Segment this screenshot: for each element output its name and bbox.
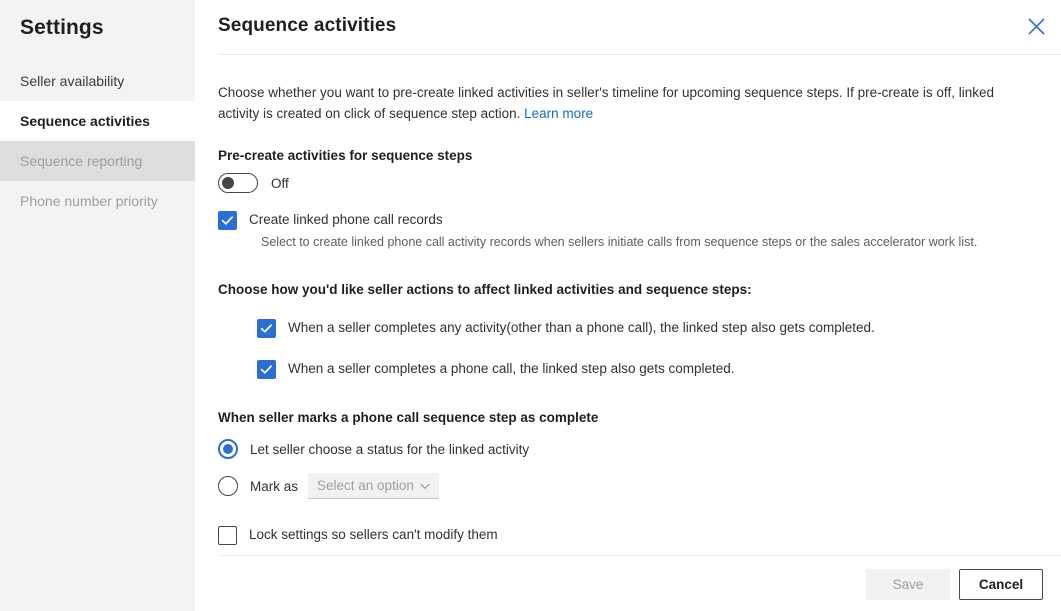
radio-label: Mark as <box>250 479 298 494</box>
seller-action-option-row: When a seller completes any activity(oth… <box>257 318 1038 338</box>
sidebar-item-phone-number-priority[interactable]: Phone number priority <box>0 181 195 221</box>
lock-settings-label: Lock settings so sellers can't modify th… <box>249 525 498 544</box>
lock-settings-row: Lock settings so sellers can't modify th… <box>218 525 1038 545</box>
radio-label: Let seller choose a status for the linke… <box>250 442 529 457</box>
chevron-down-icon <box>419 480 431 492</box>
seller-action-option-row: When a seller completes a phone call, th… <box>257 359 1038 379</box>
mark-as-dropdown-value: Select an option <box>317 478 414 493</box>
footer-divider <box>218 555 1061 556</box>
panel-content: Choose whether you want to pre-create li… <box>195 82 1061 545</box>
panel-footer: Save Cancel <box>195 555 1061 611</box>
page-title: Sequence activities <box>218 15 396 37</box>
precreate-toggle-row: Off <box>218 173 1038 193</box>
sidebar-title: Settings <box>0 0 195 40</box>
phone-records-description: Select to create linked phone call activ… <box>261 233 1038 251</box>
mark-complete-option-row: Mark as Select an option <box>218 473 1038 499</box>
sidebar-item-label: Seller availability <box>20 73 124 89</box>
sidebar-nav: Seller availability Sequence activities … <box>0 61 195 221</box>
settings-main-panel: Sequence activities Choose whether you w… <box>195 0 1061 611</box>
seller-action-option-label: When a seller completes a phone call, th… <box>288 359 735 378</box>
close-icon <box>1028 18 1045 35</box>
phone-records-row: Create linked phone call records <box>218 210 1038 230</box>
sidebar-item-sequence-activities[interactable]: Sequence activities <box>0 101 195 141</box>
seller-actions-heading: Choose how you'd like seller actions to … <box>218 282 1038 297</box>
sidebar-item-sequence-reporting[interactable]: Sequence reporting <box>0 141 195 181</box>
intro-text: Choose whether you want to pre-create li… <box>218 82 1028 124</box>
cancel-button[interactable]: Cancel <box>959 569 1043 600</box>
close-button[interactable] <box>1019 9 1053 43</box>
learn-more-link[interactable]: Learn more <box>524 106 593 121</box>
phone-records-checkbox[interactable] <box>218 211 237 230</box>
seller-action-any-activity-checkbox[interactable] <box>257 319 276 338</box>
sidebar-item-label: Sequence activities <box>20 113 150 129</box>
precreate-label: Pre-create activities for sequence steps <box>218 148 1038 163</box>
header-divider <box>218 54 1061 55</box>
seller-action-option-label: When a seller completes any activity(oth… <box>288 318 875 337</box>
precreate-toggle-state: Off <box>271 176 289 191</box>
sidebar-item-label: Sequence reporting <box>20 153 142 169</box>
footer-buttons: Save Cancel <box>866 569 1043 600</box>
mark-complete-option-row: Let seller choose a status for the linke… <box>218 439 1038 459</box>
sidebar-item-label: Phone number priority <box>20 193 158 209</box>
radio-mark-as[interactable] <box>218 476 238 496</box>
panel-header: Sequence activities <box>195 0 1061 54</box>
save-button[interactable]: Save <box>866 569 950 600</box>
phone-records-label: Create linked phone call records <box>249 210 443 229</box>
toggle-knob <box>222 177 234 189</box>
lock-settings-checkbox[interactable] <box>218 526 237 545</box>
precreate-toggle[interactable] <box>218 173 258 193</box>
settings-sidebar: Settings Seller availability Sequence ac… <box>0 0 195 611</box>
seller-action-phone-call-checkbox[interactable] <box>257 360 276 379</box>
mark-complete-heading: When seller marks a phone call sequence … <box>218 410 1038 425</box>
mark-as-dropdown[interactable]: Select an option <box>308 473 439 499</box>
intro-body: Choose whether you want to pre-create li… <box>218 85 994 121</box>
radio-let-seller-choose[interactable] <box>218 439 238 459</box>
sidebar-item-seller-availability[interactable]: Seller availability <box>0 61 195 101</box>
settings-dialog: Settings Seller availability Sequence ac… <box>0 0 1061 611</box>
